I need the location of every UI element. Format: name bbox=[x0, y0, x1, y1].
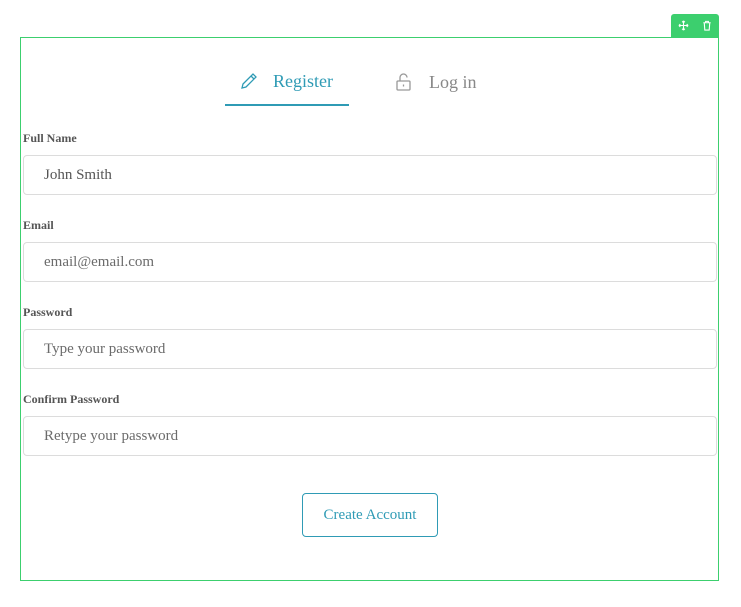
confirm-password-label: Confirm Password bbox=[23, 392, 120, 406]
element-toolbar bbox=[671, 14, 719, 37]
email-input[interactable] bbox=[23, 242, 717, 282]
full-name-label: Full Name bbox=[23, 131, 77, 145]
unlock-icon bbox=[395, 72, 415, 92]
trash-icon[interactable] bbox=[699, 18, 715, 34]
create-account-button[interactable]: Create Account bbox=[302, 493, 438, 537]
full-name-input[interactable] bbox=[23, 155, 717, 195]
confirm-password-input[interactable] bbox=[23, 416, 717, 456]
auth-tabs: Register Log in bbox=[225, 58, 525, 108]
tab-register-label: Register bbox=[273, 70, 333, 91]
tab-login-label: Log in bbox=[429, 71, 477, 92]
move-arrows-icon[interactable] bbox=[675, 18, 691, 34]
password-input[interactable] bbox=[23, 329, 717, 369]
tab-register[interactable]: Register bbox=[225, 58, 349, 106]
tab-login[interactable]: Log in bbox=[395, 58, 505, 106]
register-form-container: Register Log in Full Name Email Password… bbox=[20, 37, 719, 581]
password-label: Password bbox=[23, 305, 73, 319]
pencil-icon bbox=[239, 71, 259, 91]
email-label: Email bbox=[23, 218, 54, 232]
